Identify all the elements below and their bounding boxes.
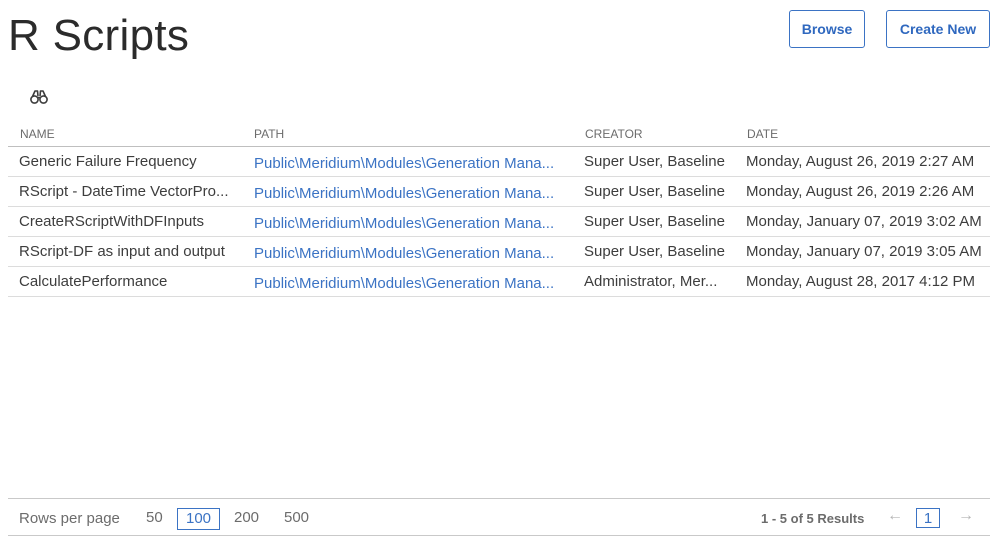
scripts-table: NAME PATH CREATOR DATE Generic Failure F… — [8, 120, 990, 297]
row-date: Monday, January 07, 2019 3:02 AM — [746, 213, 982, 230]
row-date: Monday, August 26, 2019 2:26 AM — [746, 183, 975, 200]
current-page-button[interactable]: 1 — [916, 508, 940, 528]
page-size-50[interactable]: 50 — [146, 509, 163, 526]
row-creator: Super User, Baseline — [584, 153, 725, 170]
row-date: Monday, January 07, 2019 3:05 AM — [746, 243, 982, 260]
arrow-right-icon[interactable]: → — [958, 507, 974, 525]
rows-per-page-label: Rows per page — [19, 510, 120, 527]
row-date: Monday, August 28, 2017 4:12 PM — [746, 273, 976, 290]
row-name[interactable]: RScript-DF as input and output — [19, 243, 234, 260]
page-size-200[interactable]: 200 — [234, 509, 259, 526]
table-row[interactable]: Generic Failure Frequency Public\Meridiu… — [8, 147, 990, 177]
row-name[interactable]: Generic Failure Frequency — [19, 153, 234, 170]
table-row[interactable]: CreateRScriptWithDFInputs Public\Meridiu… — [8, 207, 990, 237]
row-creator: Super User, Baseline — [584, 213, 725, 230]
row-path-link[interactable]: Public\Meridium\Modules\Generation Mana.… — [254, 245, 564, 262]
table-row[interactable]: RScript - DateTime VectorPro... Public\M… — [8, 177, 990, 207]
arrow-left-icon[interactable]: ← — [887, 507, 903, 525]
column-header-name[interactable]: NAME — [20, 127, 55, 141]
page-title: R Scripts — [8, 11, 190, 60]
page-size-500[interactable]: 500 — [284, 509, 309, 526]
row-path-link[interactable]: Public\Meridium\Modules\Generation Mana.… — [254, 185, 564, 202]
table-row[interactable]: CalculatePerformance Public\Meridium\Mod… — [8, 267, 990, 297]
row-path-link[interactable]: Public\Meridium\Modules\Generation Mana.… — [254, 275, 564, 292]
row-creator: Super User, Baseline — [584, 183, 725, 200]
row-name[interactable]: CreateRScriptWithDFInputs — [19, 213, 234, 230]
pager-bar: Rows per page 50 100 200 500 1 - 5 of 5 … — [8, 498, 990, 536]
row-path-link[interactable]: Public\Meridium\Modules\Generation Mana.… — [254, 155, 564, 172]
browse-button[interactable]: Browse — [789, 10, 865, 48]
page-size-100-selected[interactable]: 100 — [177, 508, 221, 530]
r-scripts-page: R Scripts Browse Create New NAME PATH CR… — [0, 0, 1000, 543]
table-header: NAME PATH CREATOR DATE — [8, 120, 990, 147]
row-creator: Super User, Baseline — [584, 243, 725, 260]
column-header-creator[interactable]: CREATOR — [585, 127, 643, 141]
table-row[interactable]: RScript-DF as input and output Public\Me… — [8, 237, 990, 267]
row-date: Monday, August 26, 2019 2:27 AM — [746, 153, 975, 170]
create-new-button[interactable]: Create New — [886, 10, 990, 48]
row-path-link[interactable]: Public\Meridium\Modules\Generation Mana.… — [254, 215, 564, 232]
row-name[interactable]: CalculatePerformance — [19, 273, 234, 290]
binoculars-icon[interactable] — [30, 89, 48, 105]
results-count: 1 - 5 of 5 Results — [761, 511, 865, 526]
column-header-path[interactable]: PATH — [254, 127, 284, 141]
row-name[interactable]: RScript - DateTime VectorPro... — [19, 183, 234, 200]
column-header-date[interactable]: DATE — [747, 127, 778, 141]
row-creator: Administrator, Mer... — [584, 273, 718, 290]
